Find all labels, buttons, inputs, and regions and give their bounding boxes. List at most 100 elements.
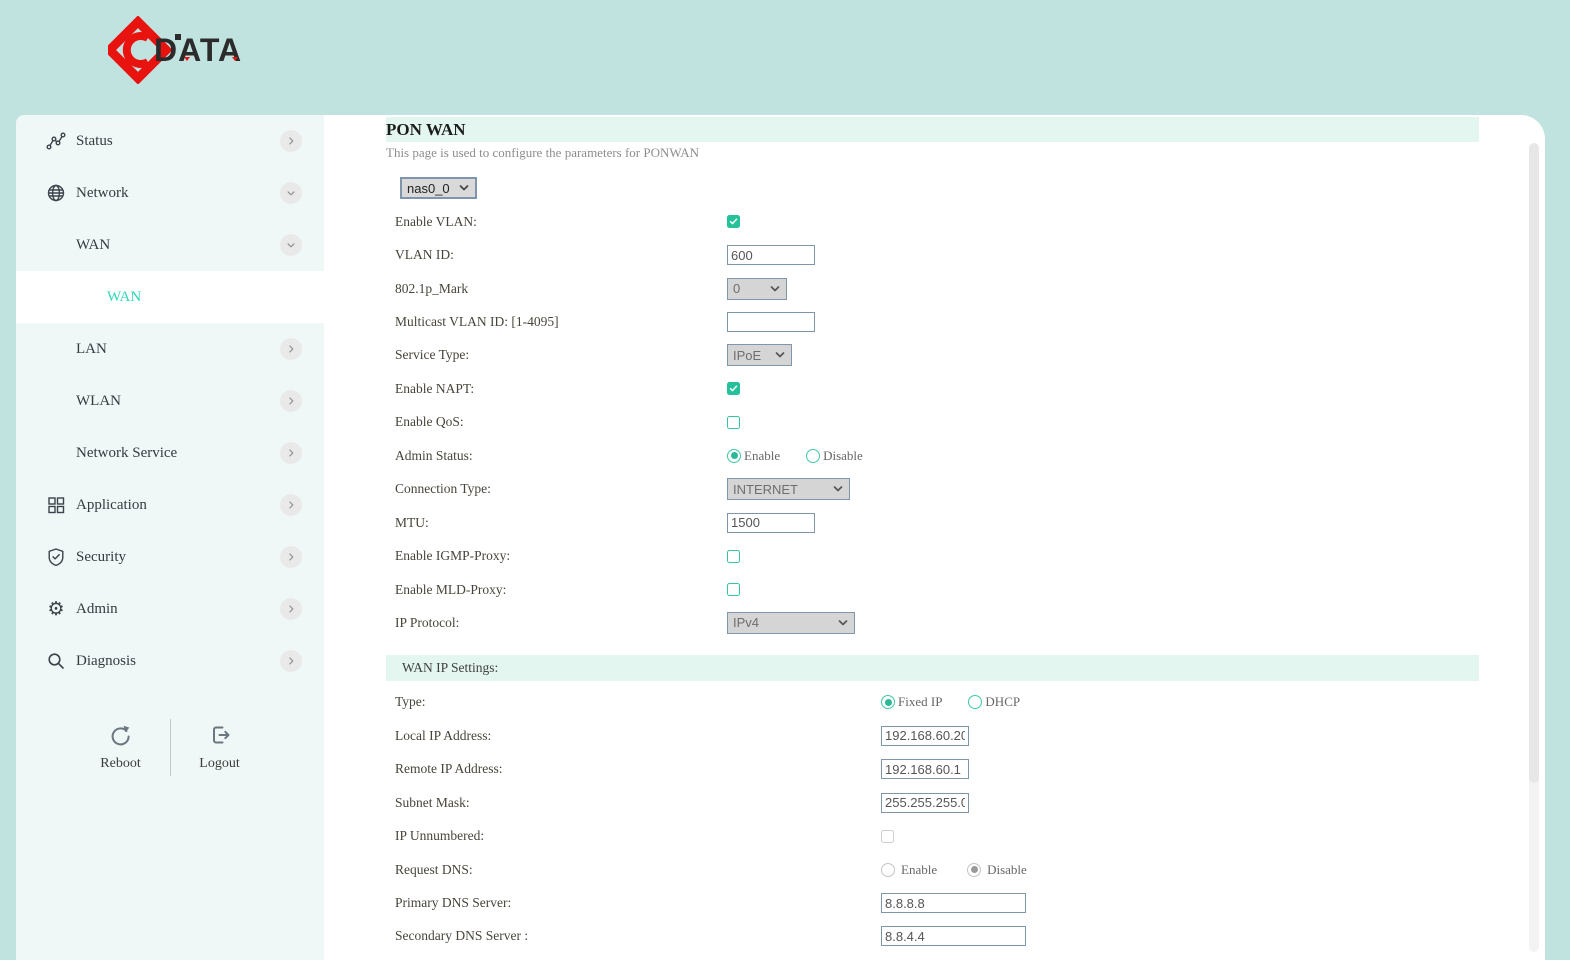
radio-selected-icon — [967, 863, 981, 877]
chevron-right-icon — [280, 442, 302, 464]
form-row-multicast-vlan-id-1-4095: Multicast VLAN ID: [1-4095] — [324, 305, 1545, 338]
wan-ip-settings-strip: WAN IP Settings: — [386, 655, 1479, 681]
form-row-primary-dns-server: Primary DNS Server: — [324, 886, 1545, 919]
form-row-ip-protocol: IP Protocol:IPv4 — [324, 606, 1545, 639]
checkbox-unchecked[interactable] — [727, 583, 740, 596]
field-control — [727, 245, 815, 265]
sidebar-item-application[interactable]: Application — [16, 479, 324, 531]
field-control — [727, 215, 740, 228]
sidebar-item-admin[interactable]: ⚙Admin — [16, 583, 324, 635]
search-icon — [46, 651, 66, 671]
scrollbar-track[interactable] — [1529, 143, 1539, 952]
field-control — [881, 830, 894, 843]
field-label: Admin Status: — [395, 448, 727, 464]
chevron-right-icon — [280, 130, 302, 152]
form-row-remote-ip-address: Remote IP Address: — [324, 753, 1545, 786]
checkbox-checked[interactable] — [727, 215, 740, 228]
field-label: Enable IGMP-Proxy: — [395, 548, 727, 564]
select-value: 0 — [733, 281, 740, 296]
primary-dns-server-input[interactable] — [881, 893, 1026, 913]
sidebar-item-network-service[interactable]: Network Service — [16, 427, 324, 479]
field-control — [881, 793, 969, 813]
chevron-right-icon — [280, 598, 302, 620]
radio-label: Enable — [744, 448, 780, 464]
radio-label: Disable — [987, 862, 1027, 878]
field-control: IPv4 — [727, 612, 855, 634]
secondary-dns-server-input[interactable] — [881, 926, 1026, 946]
sidebar: Status Network WANWAN LAN WLAN Network Servic… — [16, 115, 324, 960]
multicast-vlan-id-1-4095-input[interactable] — [727, 312, 815, 332]
field-control: IPoE — [727, 344, 792, 366]
field-label: Primary DNS Server: — [395, 895, 881, 911]
activity-icon — [46, 131, 66, 151]
sidebar-item-status[interactable]: Status — [16, 115, 324, 167]
reboot-label: Reboot — [100, 756, 140, 772]
logout-button[interactable]: Logout — [187, 715, 253, 780]
checkbox-checked[interactable] — [727, 382, 740, 395]
power-block: Reboot Logout — [16, 715, 324, 780]
field-label: Type: — [395, 694, 881, 710]
field-control — [727, 382, 740, 395]
radio-fixed-ip[interactable]: Fixed IP — [881, 694, 942, 710]
local-ip-address-input[interactable] — [881, 726, 969, 746]
sidebar-item-wlan[interactable]: WLAN — [16, 375, 324, 427]
checkbox-unchecked — [881, 830, 894, 843]
radio-icon — [881, 863, 895, 877]
chevron-down-icon — [769, 283, 781, 295]
field-label: Service Type: — [395, 347, 727, 363]
page-title: PON WAN — [386, 120, 466, 140]
radio-enable[interactable]: Enable — [727, 448, 780, 464]
sidebar-item-diagnosis[interactable]: Diagnosis — [16, 635, 324, 687]
field-label: Enable NAPT: — [395, 381, 727, 397]
grid-icon — [46, 495, 66, 515]
title-strip: PON WAN — [386, 117, 1479, 142]
sidebar-item-wan[interactable]: WAN — [16, 271, 324, 323]
form-row-vlan-id: VLAN ID: — [324, 238, 1545, 271]
sidebar-item-security[interactable]: Security — [16, 531, 324, 583]
chevron-right-icon — [280, 338, 302, 360]
field-control: EnableDisable — [881, 862, 1027, 878]
remote-ip-address-input[interactable] — [881, 759, 969, 779]
type-radio-group: Fixed IP DHCP — [881, 694, 1020, 710]
form-row-ip-unnumbered: IP Unnumbered: — [324, 819, 1545, 852]
page-description: This page is used to configure the param… — [386, 145, 1545, 161]
sidebar-item-label: LAN — [76, 341, 280, 358]
main-content: PON WAN This page is used to configure t… — [324, 115, 1545, 960]
form-row-mtu: MTU: — [324, 506, 1545, 539]
interface-row: nas0_0 — [400, 177, 1545, 199]
checkbox-unchecked[interactable] — [727, 550, 740, 563]
field-control — [881, 926, 1026, 946]
connection-type-select: INTERNET — [727, 478, 850, 500]
form-row-service-type: Service Type:IPoE — [324, 339, 1545, 372]
sidebar-item-label: Network — [76, 185, 280, 202]
form-row-local-ip-address: Local IP Address: — [324, 719, 1545, 752]
field-label: 802.1p_Mark — [395, 281, 727, 297]
radio-dhcp[interactable]: DHCP — [968, 694, 1020, 710]
sidebar-item-network[interactable]: Network — [16, 167, 324, 219]
field-label: Secondary DNS Server : — [395, 928, 881, 944]
field-label: Request DNS: — [395, 862, 881, 878]
globe-icon — [46, 183, 66, 203]
sidebar-item-label: Network Service — [76, 445, 280, 462]
sidebar-item-lan[interactable]: LAN — [16, 323, 324, 375]
sidebar-item-wan[interactable]: WAN — [16, 219, 324, 271]
form-row-enable-mld-proxy: Enable MLD-Proxy: — [324, 573, 1545, 606]
request-dns-radio-group: EnableDisable — [881, 862, 1027, 878]
checkbox-unchecked[interactable] — [727, 416, 740, 429]
field-control — [881, 726, 969, 746]
sidebar-nav: Status Network WANWAN LAN WLAN Network Servic… — [16, 115, 324, 687]
mtu-input[interactable] — [727, 513, 815, 533]
subnet-mask-input[interactable] — [881, 793, 969, 813]
field-label: Subnet Mask: — [395, 795, 881, 811]
radio-selected-icon — [881, 695, 895, 709]
interface-select[interactable]: nas0_0 — [400, 177, 477, 199]
form-row-secondary-dns-server: Secondary DNS Server : — [324, 920, 1545, 953]
radio-disable[interactable]: Disable — [806, 448, 863, 464]
chevron-down-icon — [280, 182, 302, 204]
chevron-down-icon — [774, 349, 786, 361]
field-label: Enable QoS: — [395, 414, 727, 430]
scrollbar-thumb[interactable] — [1529, 143, 1539, 783]
vlan-id-input[interactable] — [727, 245, 815, 265]
form-row-request-dns: Request DNS:EnableDisable — [324, 853, 1545, 886]
reboot-button[interactable]: Reboot — [88, 715, 154, 780]
